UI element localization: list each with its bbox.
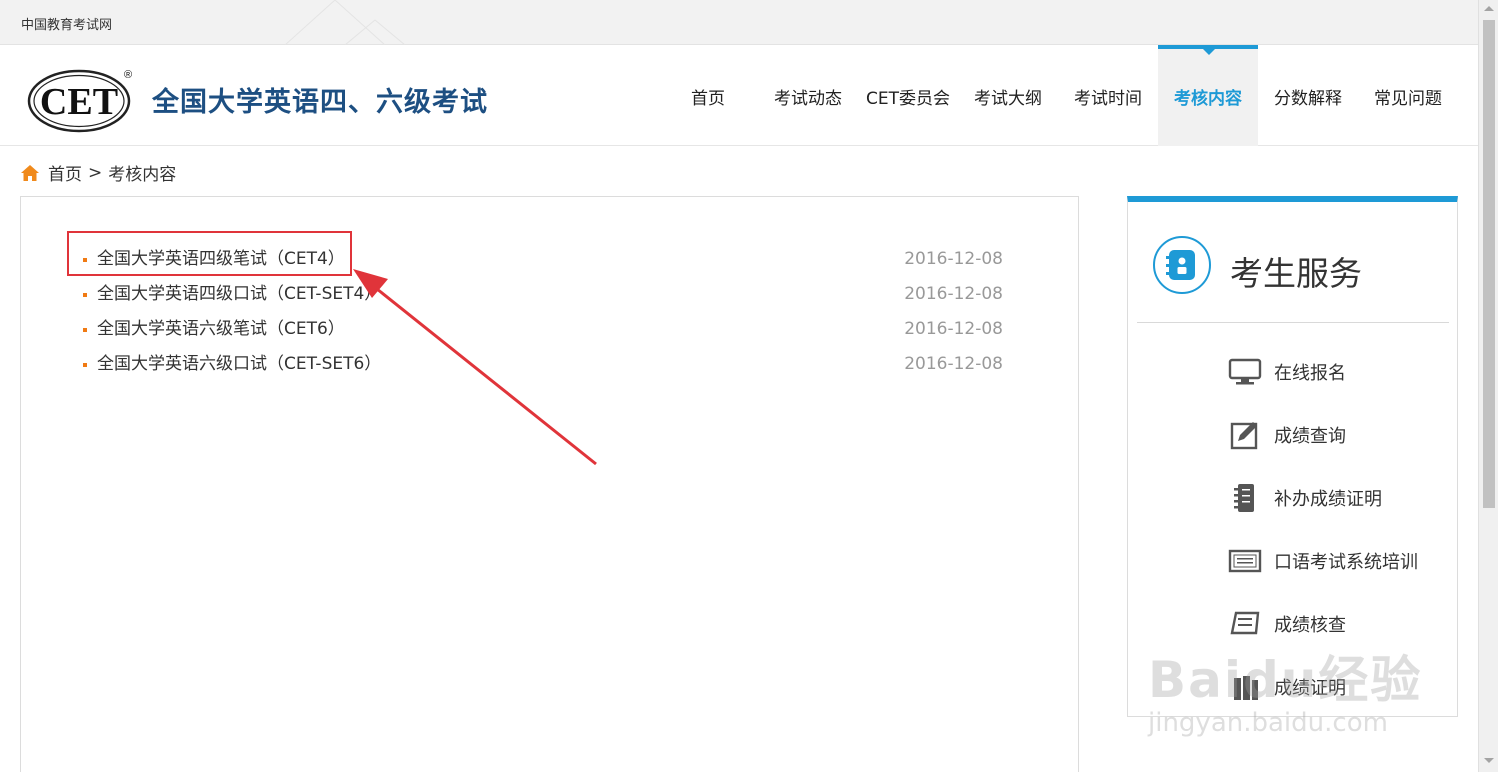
vertical-scrollbar[interactable] <box>1478 0 1498 772</box>
decorative-mountain-icon <box>285 0 406 45</box>
logo-text: CET <box>40 81 118 123</box>
sidebar-item-label: 补办成绩证明 <box>1274 489 1382 510</box>
article-link[interactable]: 全国大学英语四级口试（CET-SET4） <box>97 277 381 312</box>
breadcrumb-separator: > <box>88 162 103 183</box>
book-icon <box>1230 611 1260 635</box>
nav-item-label: 考核内容 <box>1174 89 1242 109</box>
sidebar-item-label: 口语考试系统培训 <box>1274 552 1418 573</box>
certificate-icon <box>1228 549 1262 573</box>
student-services-panel: 考生服务 在线报名 成绩查询 补办成绩证明 口语考试系统培训 成绩核查 成绩证明 <box>1127 196 1458 717</box>
contact-card-icon <box>1153 236 1211 294</box>
site-title: 全国大学英语四、六级考试 <box>152 87 488 118</box>
sidebar-header: 考生服务 <box>1128 202 1457 328</box>
list-item: 全国大学英语六级口试（CET-SET6） 2016-12-08 <box>83 347 1013 382</box>
article-link[interactable]: 全国大学英语六级口试（CET-SET6） <box>97 347 381 382</box>
article-date: 2016-12-08 <box>904 284 1003 304</box>
sidebar-item-oral-exam-training[interactable]: 口语考试系统培训 <box>1228 541 1418 581</box>
sidebar-item-reissue-certificate[interactable]: 补办成绩证明 <box>1228 478 1382 518</box>
sidebar-item-score-verification[interactable]: 成绩核查 <box>1228 604 1346 644</box>
article-link[interactable]: 全国大学英语六级笔试（CET6） <box>97 312 345 347</box>
breadcrumb-current: 考核内容 <box>108 165 177 185</box>
article-date: 2016-12-08 <box>904 354 1003 374</box>
article-date: 2016-12-08 <box>904 319 1003 339</box>
books-icon <box>1234 676 1258 700</box>
logo-registered-mark: ® <box>124 69 132 81</box>
breadcrumb: 首页 > 考核内容 <box>20 160 176 185</box>
sidebar-item-score-query[interactable]: 成绩查询 <box>1228 415 1346 455</box>
active-caret-icon <box>1202 48 1216 55</box>
nav-item-exam-news[interactable]: 考试动态 <box>758 45 858 146</box>
nav-item-home[interactable]: 首页 <box>658 45 758 146</box>
scroll-up-icon[interactable] <box>1484 6 1494 11</box>
nav-item-score-explanation[interactable]: 分数解释 <box>1258 45 1358 146</box>
edit-icon <box>1230 422 1258 450</box>
sidebar-title: 考生服务 <box>1230 254 1362 293</box>
nav-item-exam-time[interactable]: 考试时间 <box>1058 45 1158 146</box>
content-panel: 全国大学英语四级笔试（CET4） 2016-12-08 全国大学英语四级口试（C… <box>20 196 1079 772</box>
monitor-icon <box>1228 358 1262 385</box>
bullet-icon <box>83 293 87 297</box>
top-bar: 中国教育考试网 <box>0 0 1478 45</box>
bullet-icon <box>83 328 87 332</box>
cet-logo[interactable]: CET ® <box>27 67 135 133</box>
sidebar-item-label: 成绩证明 <box>1274 678 1346 699</box>
nav-item-cet-committee[interactable]: CET委员会 <box>858 45 958 146</box>
sidebar-item-label: 成绩查询 <box>1274 426 1346 447</box>
sidebar-item-label: 在线报名 <box>1274 363 1346 384</box>
list-item: 全国大学英语四级口试（CET-SET4） 2016-12-08 <box>83 277 1013 312</box>
home-icon <box>21 164 39 181</box>
sidebar-item-online-registration[interactable]: 在线报名 <box>1228 352 1346 392</box>
scroll-down-icon[interactable] <box>1484 758 1494 763</box>
notebook-icon <box>1234 484 1254 512</box>
nav-item-faq[interactable]: 常见问题 <box>1358 45 1458 146</box>
nav-item-syllabus[interactable]: 考试大纲 <box>958 45 1058 146</box>
annotation-highlight-box <box>67 231 352 276</box>
bullet-icon <box>83 363 87 367</box>
site-name-link[interactable]: 中国教育考试网 <box>21 14 112 33</box>
divider <box>1137 322 1449 323</box>
article-date: 2016-12-08 <box>904 249 1003 269</box>
sidebar-item-label: 成绩核查 <box>1274 615 1346 636</box>
nav-item-assessment-content[interactable]: 考核内容 <box>1158 45 1258 146</box>
breadcrumb-home-link[interactable]: 首页 <box>48 160 82 185</box>
sidebar-item-score-certificate[interactable]: 成绩证明 <box>1228 667 1346 707</box>
site-header: CET ® 全国大学英语四、六级考试 首页 考试动态 CET委员会 考试大纲 考… <box>0 45 1478 146</box>
scrollbar-thumb[interactable] <box>1483 20 1495 508</box>
list-item: 全国大学英语六级笔试（CET6） 2016-12-08 <box>83 312 1013 347</box>
